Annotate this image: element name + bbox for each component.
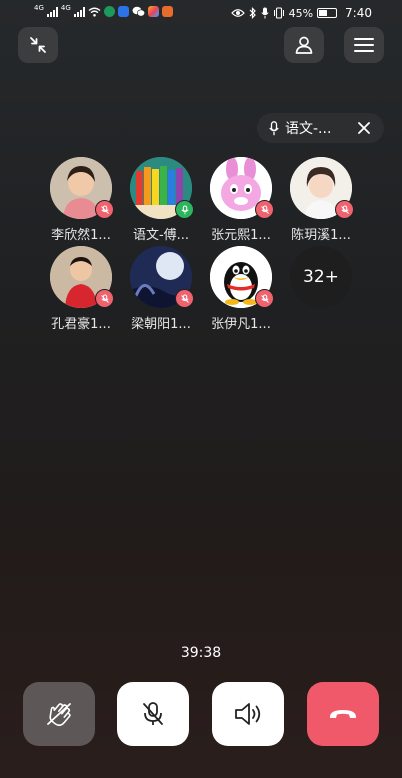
eye-icon	[230, 9, 245, 17]
network-type-2: 4G	[60, 4, 71, 12]
app-notification-icon	[161, 6, 173, 17]
microphone-status-icon	[260, 7, 269, 19]
collapse-arrows-icon	[30, 37, 46, 53]
app-notification-icon	[103, 6, 115, 17]
hand-off-icon	[47, 703, 71, 727]
member-name: 梁朝阳1...	[131, 317, 191, 332]
mic-off-icon	[260, 294, 269, 303]
bluetooth-icon	[249, 7, 256, 19]
close-icon[interactable]	[358, 122, 370, 134]
member-tile[interactable]: 语文-傅...	[123, 157, 199, 243]
hamburger-menu-icon	[354, 38, 374, 52]
app-notification-icon	[147, 6, 159, 17]
mic-off-icon	[100, 294, 109, 303]
vibrate-icon	[273, 7, 284, 19]
status-left-group: 4G 4G	[34, 4, 173, 17]
microphone-icon	[269, 120, 279, 135]
battery-percent: 45%	[288, 6, 314, 20]
muted-mic-badge	[95, 289, 114, 308]
member-name: 李欣然1...	[51, 228, 111, 243]
person-icon	[295, 36, 313, 54]
menu-button[interactable]	[344, 27, 384, 63]
member-name: 语文-傅...	[132, 228, 190, 243]
mic-off-icon	[100, 205, 109, 214]
minimize-button[interactable]	[18, 27, 58, 63]
network-type-1: 4G	[34, 4, 44, 12]
mic-off-icon	[143, 702, 163, 725]
mic-off-icon	[260, 205, 269, 214]
muted-mic-badge	[175, 289, 194, 308]
mic-off-icon	[340, 205, 349, 214]
status-bar: 4G 4G 45% 7:40	[0, 0, 402, 28]
avatar	[130, 157, 194, 219]
battery-icon	[317, 8, 338, 18]
member-tile[interactable]: 张元熙1...	[203, 157, 279, 243]
speaker-icon	[235, 703, 261, 725]
mute-button[interactable]	[117, 682, 189, 746]
signal-icon	[46, 6, 58, 17]
muted-mic-badge	[255, 200, 274, 219]
channel-pill[interactable]: 语文-...	[257, 113, 384, 143]
muted-mic-badge	[95, 200, 114, 219]
member-name: 孔君豪1...	[51, 317, 111, 332]
wifi-icon	[88, 7, 101, 17]
wechat-icon	[132, 6, 145, 17]
status-right-group: 45% 7:40	[230, 6, 372, 20]
signal-icon	[73, 6, 85, 17]
avatar	[130, 246, 194, 308]
mic-off-icon	[180, 294, 189, 303]
speaker-button[interactable]	[212, 682, 284, 746]
member-tile[interactable]: 张伊凡1...	[203, 246, 279, 332]
muted-mic-badge	[335, 200, 354, 219]
avatar	[210, 246, 274, 308]
member-tile[interactable]: 李欣然1...	[43, 157, 119, 243]
clock: 7:40	[345, 6, 372, 20]
mic-on-icon	[180, 205, 189, 214]
member-tile[interactable]: 陈玥溪1...	[283, 157, 359, 243]
hand-raise-button[interactable]	[23, 682, 95, 746]
active-mic-badge	[175, 200, 194, 219]
call-timer: 39:38	[180, 645, 222, 661]
profile-button[interactable]	[284, 27, 324, 63]
more-members-tile[interactable]: 32+	[283, 246, 359, 308]
member-name: 陈玥溪1...	[291, 228, 351, 243]
avatar	[50, 157, 114, 219]
member-name: 张伊凡1...	[211, 317, 271, 332]
channel-name: 语文-...	[285, 121, 332, 137]
avatar	[290, 157, 354, 219]
member-tile[interactable]: 孔君豪1...	[43, 246, 119, 332]
hang-up-icon	[330, 710, 356, 718]
member-tile[interactable]: 梁朝阳1...	[123, 246, 199, 332]
avatar	[50, 246, 114, 308]
hang-up-button[interactable]	[307, 682, 379, 746]
muted-mic-badge	[255, 289, 274, 308]
member-name: 张元熙1...	[211, 228, 271, 243]
more-members-count: 32+	[290, 246, 352, 308]
avatar	[210, 157, 274, 219]
app-notification-icon	[117, 6, 129, 17]
